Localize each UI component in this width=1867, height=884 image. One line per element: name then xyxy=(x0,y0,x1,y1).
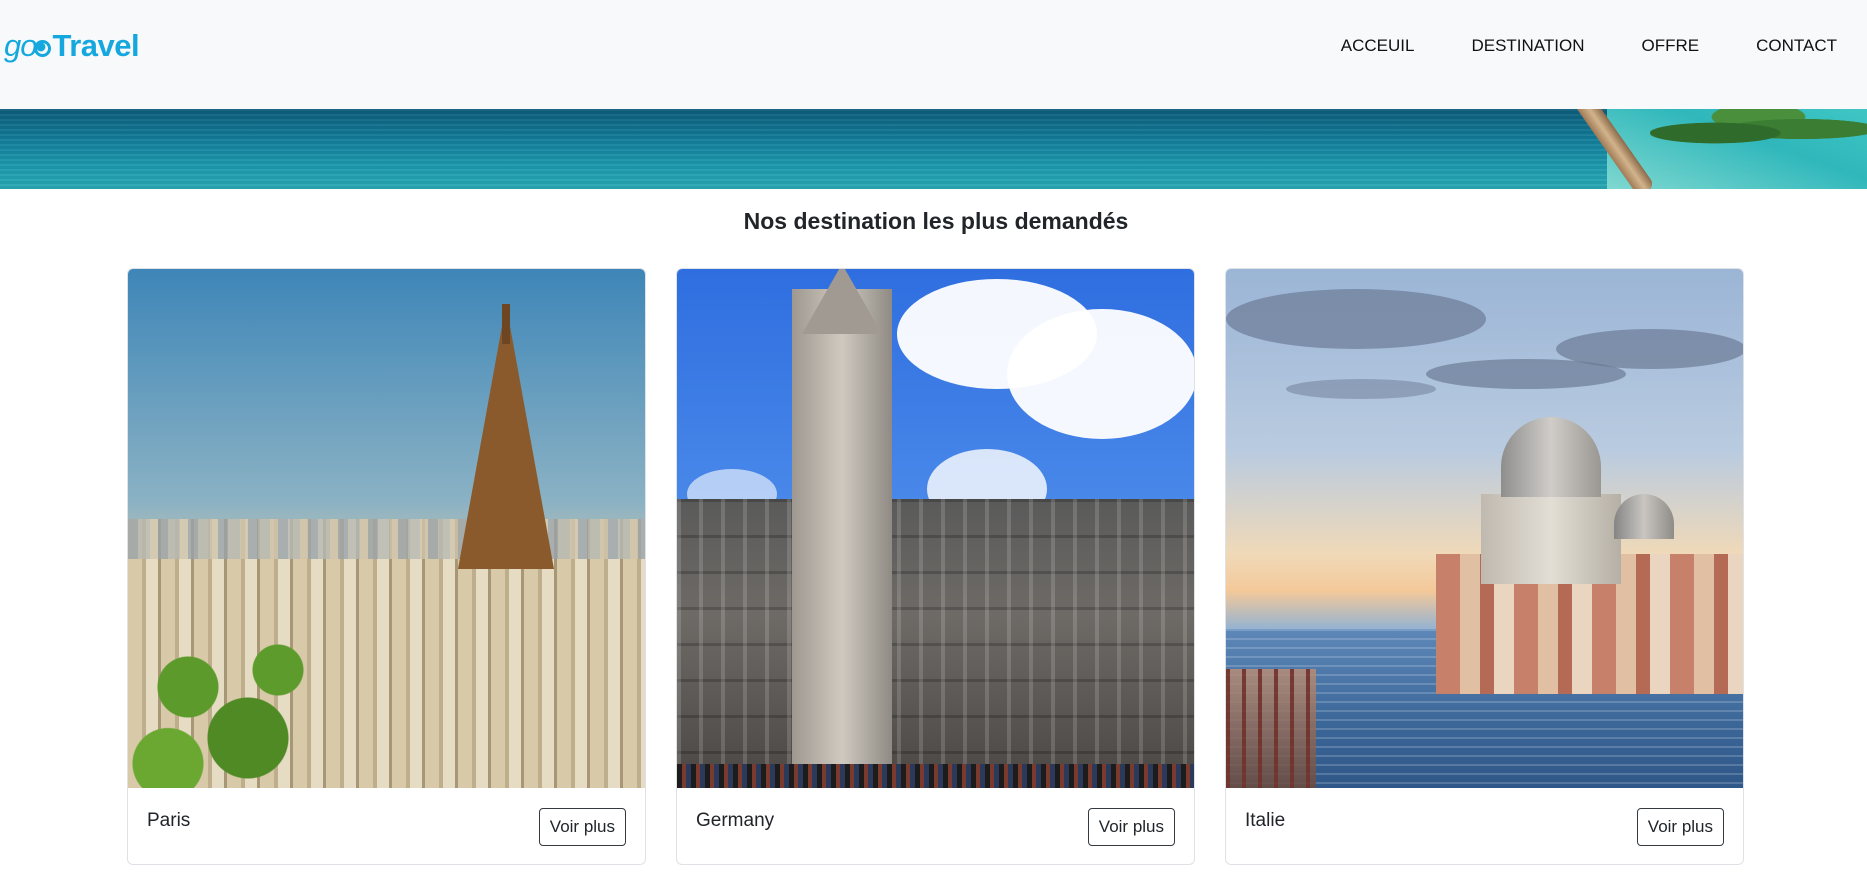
destination-card-italie: Italie Voir plus xyxy=(1225,268,1744,865)
hero-banner xyxy=(0,109,1867,189)
voir-plus-button[interactable]: Voir plus xyxy=(1087,808,1175,846)
card-title: Germany xyxy=(696,810,775,831)
munich-town-hall-photo xyxy=(677,269,1194,788)
brand-logo[interactable]: go Travel xyxy=(4,26,140,66)
eiffel-tower-photo xyxy=(128,269,645,788)
globe-icon xyxy=(34,39,52,57)
main-nav: ACCEUIL DESTINATION OFFRE CONTACT xyxy=(1284,34,1837,58)
brand-prefix: go xyxy=(4,28,37,63)
nav-item-acceuil[interactable]: ACCEUIL xyxy=(1341,34,1415,58)
brand-name: Travel xyxy=(52,28,140,63)
destination-card-paris: Paris Voir plus xyxy=(127,268,646,865)
navbar: go Travel ACCEUIL DESTINATION OFFRE CONTA… xyxy=(0,0,1867,109)
card-body: Italie Voir plus xyxy=(1226,788,1743,864)
destination-card-germany: Germany Voir plus xyxy=(676,268,1195,865)
card-body: Paris Voir plus xyxy=(128,788,645,864)
card-title: Italie xyxy=(1245,810,1286,831)
venice-grand-canal-photo xyxy=(1226,269,1743,788)
nav-item-offre[interactable]: OFFRE xyxy=(1641,34,1699,58)
palm-leaves xyxy=(1650,109,1867,149)
nav-item-destination[interactable]: DESTINATION xyxy=(1471,34,1584,58)
nav-item-contact[interactable]: CONTACT xyxy=(1756,34,1837,58)
section-title: Nos destination les plus demandés xyxy=(743,208,1129,234)
card-body: Germany Voir plus xyxy=(677,788,1194,864)
voir-plus-button[interactable]: Voir plus xyxy=(1636,808,1724,846)
card-title: Paris xyxy=(147,810,191,831)
voir-plus-button[interactable]: Voir plus xyxy=(538,808,626,846)
